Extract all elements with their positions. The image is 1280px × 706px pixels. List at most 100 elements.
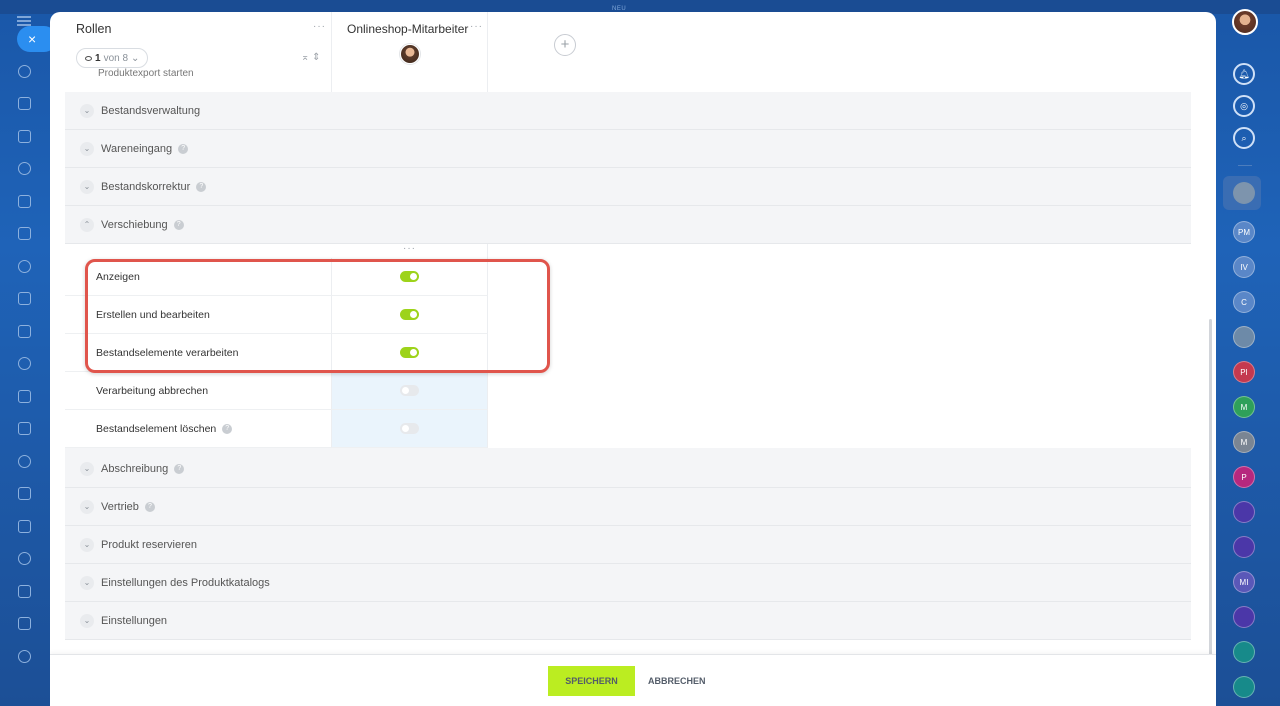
chevron-down-icon[interactable]: ⌄ [80, 179, 94, 194]
help-icon[interactable]: ? [178, 143, 189, 154]
permission-name-cell: Bestandselemente verarbeiten [65, 334, 332, 372]
check-chat-icon[interactable] [1233, 641, 1255, 663]
avatar-c[interactable]: C [1233, 291, 1255, 313]
avatar-iv[interactable]: IV [1233, 256, 1255, 278]
channel-icon-1[interactable] [1233, 501, 1255, 523]
help-icon[interactable]: ? [173, 219, 184, 230]
puzzle-icon-shape [17, 97, 31, 110]
search-chat-icon[interactable]: ⌕ [1233, 127, 1255, 149]
chevron-down-icon[interactable]: ⌄ [80, 499, 94, 514]
chevron-down-icon[interactable]: ⌄ [80, 103, 94, 118]
document-icon[interactable] [13, 190, 35, 212]
selected-user-avatar[interactable] [1233, 182, 1255, 204]
shop-icon[interactable] [13, 450, 35, 472]
channel-icon-2[interactable] [1233, 536, 1255, 558]
collapse-expand-icon[interactable]: ⌅ ⇕ [301, 52, 321, 63]
permission-name-cell: Anzeigen [65, 258, 332, 296]
permission-label: Bestandselemente verarbeiten [96, 346, 239, 359]
widgets-icon[interactable] [13, 580, 35, 602]
section-label: Verschiebung [101, 218, 168, 231]
permission-row: Anzeigen [65, 258, 1191, 296]
section-row[interactable]: ⌄ Wareneingang? [65, 130, 1191, 168]
help-icon[interactable]: ? [196, 181, 207, 192]
roles-more-icon[interactable]: ··· [313, 21, 326, 32]
tasks-icon[interactable] [13, 353, 35, 375]
permission-toggle[interactable] [400, 309, 419, 320]
permission-label: Verarbeitung abbrechen [96, 384, 209, 397]
section-row[interactable]: ⌄ Vertrieb? [65, 488, 1191, 526]
role-more-icon[interactable]: ··· [470, 21, 483, 32]
help-icon[interactable]: ? [174, 463, 185, 474]
lock-chat-icon[interactable] [1233, 676, 1255, 698]
vertical-scrollbar[interactable] [1209, 319, 1212, 702]
permission-toggle[interactable] [400, 347, 419, 358]
bell-icon[interactable]: 🔔︎ [1233, 63, 1255, 85]
chat-icon[interactable] [13, 288, 35, 310]
avatar-p[interactable]: P [1233, 466, 1255, 488]
calendar-icon[interactable] [13, 320, 35, 342]
permission-value-cell [332, 410, 488, 448]
permission-toggle[interactable] [400, 423, 419, 434]
calendar-icon-shape [17, 324, 31, 338]
section-row[interactable]: ⌄ Bestandsverwaltung [65, 92, 1191, 130]
chevron-down-icon: ⌄ [131, 52, 140, 64]
help-icon[interactable]: ? [144, 501, 155, 512]
section-label: Abschreibung [101, 462, 169, 475]
permission-toggle[interactable] [400, 271, 419, 282]
save-button[interactable]: SPEICHERN [548, 666, 635, 696]
permission-label: Anzeigen [96, 270, 140, 283]
roles-header-column: Rollen ··· 1 von 8 ⌄ ⌅ ⇕ Produktexport s… [65, 12, 332, 92]
filter-icon[interactable] [13, 418, 35, 440]
section-row[interactable]: ⌄ Abschreibung? [65, 450, 1191, 488]
groups-icon-shape [17, 617, 31, 630]
home-icon-shape [17, 64, 31, 78]
chevron-down-icon[interactable]: ⌄ [80, 141, 94, 156]
role-member-avatar[interactable] [400, 44, 420, 64]
avatar-pm[interactable]: PM [1233, 221, 1255, 243]
section-row[interactable]: ⌄ Produkt reservieren [65, 526, 1191, 564]
settings-icon[interactable] [13, 483, 35, 505]
inbox-icon-shape [17, 227, 31, 240]
analytics-icon[interactable] [13, 385, 35, 407]
subgroup-more-icon[interactable]: ··· [403, 243, 416, 254]
chevron-down-icon[interactable]: ⌄ [80, 575, 94, 590]
roles-pager[interactable]: 1 von 8 ⌄ [76, 48, 149, 68]
cut-row-text: Produktexport starten [98, 68, 194, 79]
channel-icon-3[interactable] [1233, 606, 1255, 628]
groups-icon[interactable] [13, 613, 35, 635]
help-icon[interactable]: ? [222, 423, 233, 434]
copilot-icon[interactable]: ◎ [1233, 95, 1255, 117]
permission-value-cell [332, 334, 488, 372]
avatar-mi[interactable]: MI [1233, 571, 1255, 593]
contacts-icon[interactable] [13, 158, 35, 180]
avatar-m-grey[interactable]: M [1233, 431, 1255, 453]
home-icon[interactable] [13, 60, 35, 82]
misc-icon[interactable] [13, 645, 35, 667]
inbox-icon[interactable] [13, 223, 35, 245]
section-row[interactable]: ⌃ Verschiebung? [65, 206, 1191, 244]
menu-icon[interactable] [17, 16, 31, 26]
avatar-pi[interactable]: PI [1233, 361, 1255, 383]
chevron-down-icon[interactable]: ⌄ [80, 537, 94, 552]
add-role-button[interactable]: + [554, 34, 576, 56]
chat-icon-shape [17, 292, 31, 305]
section-row[interactable]: ⌄ Einstellungen des Produktkatalogs [65, 564, 1191, 602]
section-row[interactable]: ⌄ Einstellungen [65, 602, 1191, 640]
section-row[interactable]: ⌄ Bestandskorrektur? [65, 168, 1191, 206]
user-avatar[interactable] [1232, 9, 1258, 35]
avatar-m-green[interactable]: M [1233, 396, 1255, 418]
sites-icon[interactable] [13, 255, 35, 277]
storage-icon[interactable] [13, 548, 35, 570]
chevron-down-icon[interactable]: ⌄ [80, 613, 94, 628]
chevron-up-icon[interactable]: ⌃ [80, 217, 94, 232]
sign-icon[interactable] [13, 515, 35, 537]
eye-icon [85, 55, 92, 61]
permission-toggle[interactable] [400, 385, 419, 396]
avatar-photo[interactable] [1233, 326, 1255, 348]
chevron-down-icon[interactable]: ⌄ [80, 461, 94, 476]
cancel-button[interactable]: ABBRECHEN [643, 666, 711, 696]
feed-icon-shape [17, 129, 31, 143]
feed-icon[interactable] [13, 125, 35, 147]
puzzle-icon[interactable] [13, 93, 35, 115]
roles-title: Rollen [76, 22, 112, 36]
